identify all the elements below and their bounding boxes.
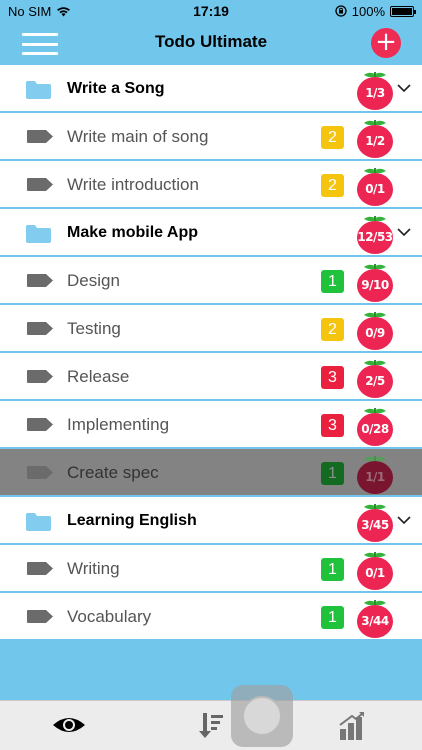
task-title: Write introduction bbox=[67, 175, 199, 194]
group-title: Write a Song bbox=[67, 80, 165, 97]
pomodoro-counter[interactable]: 3/45 bbox=[357, 504, 393, 542]
task-title: Design bbox=[67, 271, 120, 290]
tag-icon bbox=[27, 370, 53, 383]
task-row[interactable]: Writing 1 0/1 bbox=[0, 545, 422, 593]
priority-badge: 1 bbox=[321, 558, 344, 581]
pomodoro-count: 12/53 bbox=[357, 221, 393, 254]
pomodoro-counter[interactable]: 0/1 bbox=[357, 168, 393, 206]
pomodoro-counter[interactable]: 1/2 bbox=[357, 120, 393, 158]
pomodoro-count: 1/1 bbox=[357, 461, 393, 494]
tag-icon bbox=[27, 418, 53, 431]
chevron-down-icon[interactable] bbox=[397, 515, 411, 525]
task-title: Create spec bbox=[67, 463, 159, 482]
rotation-lock-icon bbox=[335, 5, 347, 17]
tomato-leaf-icon bbox=[364, 456, 386, 462]
tag-icon bbox=[27, 322, 53, 335]
tag-icon bbox=[27, 466, 53, 479]
assistive-touch-inner bbox=[242, 696, 282, 736]
pomodoro-counter[interactable]: 0/28 bbox=[357, 408, 393, 446]
pomodoro-count: 3/44 bbox=[357, 605, 393, 638]
task-title: Vocabulary bbox=[67, 607, 152, 626]
tag-icon bbox=[27, 562, 53, 575]
battery-icon bbox=[390, 5, 416, 17]
pomodoro-count: 2/5 bbox=[357, 365, 393, 398]
page-title: Todo Ultimate bbox=[154, 32, 268, 51]
pomodoro-count: 1/3 bbox=[357, 77, 393, 110]
assistive-touch-button[interactable] bbox=[231, 685, 293, 747]
priority-badge: 1 bbox=[321, 462, 344, 485]
folder-icon bbox=[26, 81, 51, 99]
battery-percent: 100% bbox=[351, 3, 385, 19]
chevron-down-icon[interactable] bbox=[397, 83, 411, 93]
task-row[interactable]: Testing 2 0/9 bbox=[0, 305, 422, 353]
pomodoro-count: 3/45 bbox=[357, 509, 393, 542]
chevron-down-icon[interactable] bbox=[397, 227, 411, 237]
task-title: Writing bbox=[67, 559, 120, 578]
tag-icon bbox=[27, 274, 53, 287]
plus-icon: + bbox=[375, 27, 397, 57]
pomodoro-count: 0/28 bbox=[357, 413, 393, 446]
task-row[interactable]: Release 3 2/5 bbox=[0, 353, 422, 401]
task-title: Implementing bbox=[67, 415, 170, 434]
priority-badge: 2 bbox=[321, 174, 344, 197]
pomodoro-count: 0/1 bbox=[357, 173, 393, 206]
pomodoro-count: 0/9 bbox=[357, 317, 393, 350]
pomodoro-counter[interactable]: 1/3 bbox=[357, 72, 393, 110]
task-title: Write main of song bbox=[67, 127, 209, 146]
pomodoro-counter[interactable]: 3/44 bbox=[357, 600, 393, 638]
task-row[interactable]: Vocabulary 1 3/44 bbox=[0, 593, 422, 641]
group-title: Make mobile App bbox=[67, 224, 198, 241]
pomodoro-count: 9/10 bbox=[357, 269, 393, 302]
sort-icon[interactable] bbox=[199, 711, 225, 739]
carrier-label: No SIM bbox=[8, 3, 52, 19]
nav-bar: Todo Ultimate + bbox=[0, 22, 422, 64]
priority-badge: 3 bbox=[321, 414, 344, 437]
priority-badge: 3 bbox=[321, 366, 344, 389]
task-row[interactable]: Design 1 9/10 bbox=[0, 257, 422, 305]
folder-icon bbox=[26, 225, 51, 243]
pomodoro-counter[interactable]: 0/9 bbox=[357, 312, 393, 350]
eye-icon[interactable] bbox=[52, 715, 86, 735]
todo-list: Write a Song 1/3 Write main of song 2 1/2… bbox=[0, 65, 422, 641]
task-row[interactable]: Create spec 1 1/1 bbox=[0, 449, 422, 497]
group-row[interactable]: Make mobile App 12/53 bbox=[0, 209, 422, 257]
priority-badge: 2 bbox=[321, 126, 344, 149]
folder-icon bbox=[26, 513, 51, 531]
tab-bar bbox=[0, 700, 422, 750]
pomodoro-count: 1/2 bbox=[357, 125, 393, 158]
priority-badge: 1 bbox=[321, 270, 344, 293]
task-row[interactable]: Write introduction 2 0/1 bbox=[0, 161, 422, 209]
priority-badge: 1 bbox=[321, 606, 344, 629]
task-row[interactable]: Implementing 3 0/28 bbox=[0, 401, 422, 449]
task-title: Release bbox=[67, 367, 130, 386]
pomodoro-counter[interactable]: 9/10 bbox=[357, 264, 393, 302]
stats-icon[interactable] bbox=[338, 711, 366, 741]
pomodoro-count: 0/1 bbox=[357, 557, 393, 590]
pomodoro-counter[interactable]: 0/1 bbox=[357, 552, 393, 590]
priority-badge: 2 bbox=[321, 318, 344, 341]
group-row[interactable]: Learning English 3/45 bbox=[0, 497, 422, 545]
pomodoro-counter[interactable]: 2/5 bbox=[357, 360, 393, 398]
group-row[interactable]: Write a Song 1/3 bbox=[0, 65, 422, 113]
group-title: Learning English bbox=[67, 512, 197, 529]
tag-icon bbox=[27, 130, 53, 143]
status-bar: No SIM 17:19 100% bbox=[0, 0, 422, 22]
wifi-icon bbox=[57, 6, 71, 16]
battery-level bbox=[392, 7, 412, 15]
add-button[interactable]: + bbox=[371, 28, 401, 58]
pomodoro-counter[interactable]: 1/1 bbox=[357, 456, 393, 494]
status-left: No SIM bbox=[8, 4, 71, 19]
pomodoro-counter[interactable]: 12/53 bbox=[357, 216, 393, 254]
task-title: Testing bbox=[67, 319, 121, 338]
tag-icon bbox=[27, 610, 53, 623]
task-row[interactable]: Write main of song 2 1/2 bbox=[0, 113, 422, 161]
tag-icon bbox=[27, 178, 53, 191]
status-right: 100% bbox=[335, 3, 416, 19]
